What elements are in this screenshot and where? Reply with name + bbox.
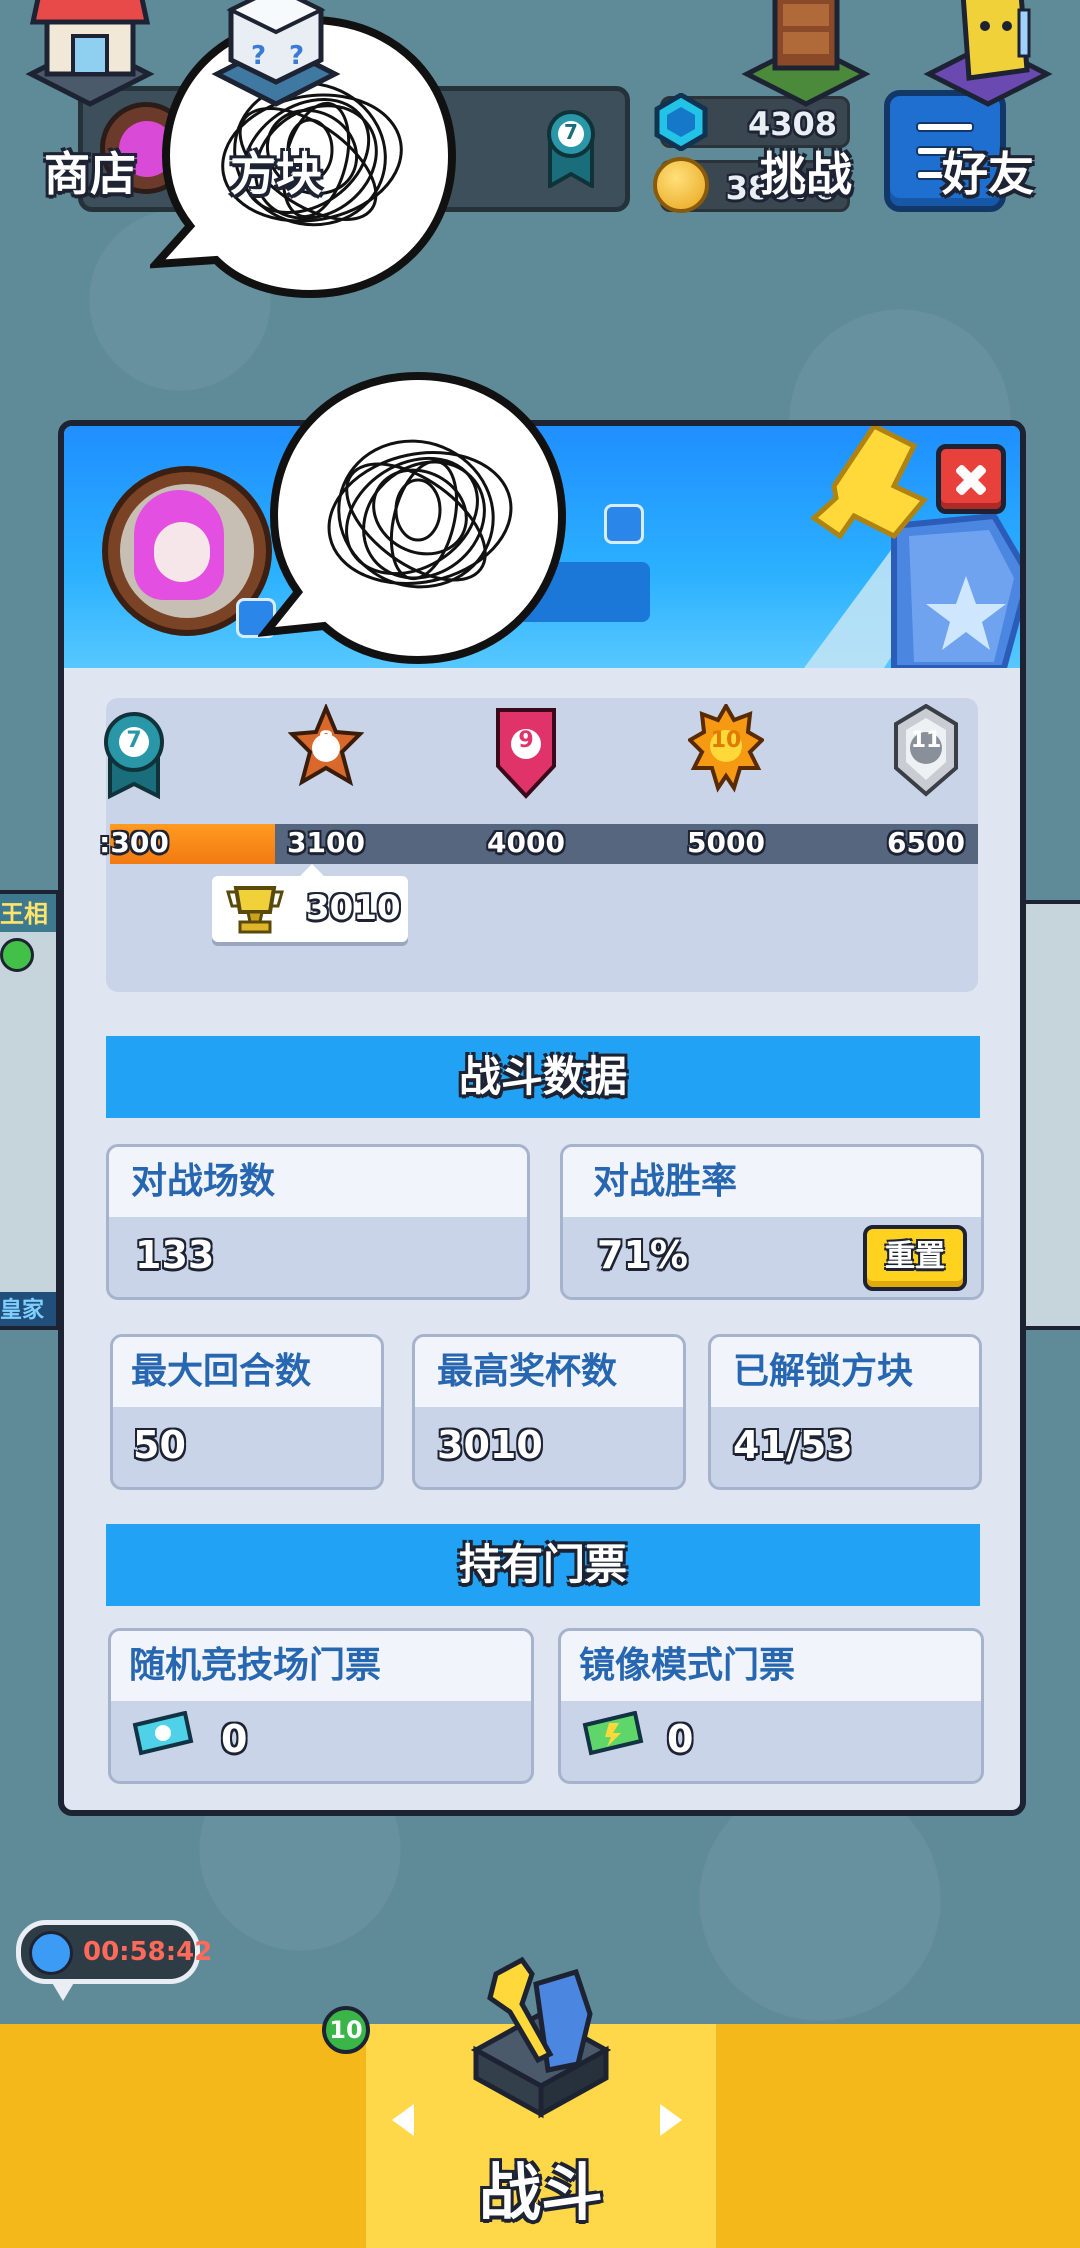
trophy-milestone-label: 5000 xyxy=(687,826,765,859)
challenge-icon xyxy=(741,0,871,107)
ticket-mirror: 镜像模式门票 0 xyxy=(558,1628,984,1784)
event-timer-text: 00:58:42 xyxy=(83,1937,213,1967)
stat-max-rounds-label: 最大回合数 xyxy=(113,1337,381,1407)
trophy-milestone-label: :300 xyxy=(99,826,169,859)
nav-next-arrow-icon[interactable] xyxy=(660,2104,682,2136)
rank-number: 7 xyxy=(564,120,578,144)
stat-matches: 对战场数 133 xyxy=(106,1144,530,1300)
side-panel-tag: 王相 xyxy=(0,894,56,932)
nav-shop[interactable]: 商店 xyxy=(0,0,180,224)
rank-ribbon-icon: 7 xyxy=(544,108,598,190)
edit-name-icon[interactable] xyxy=(604,504,644,544)
nav-challenge[interactable]: 挑战 xyxy=(716,0,896,224)
nav-battle-label: 战斗 xyxy=(478,2156,603,2229)
svg-text:?: ? xyxy=(251,41,266,71)
stat-matches-value: 133 xyxy=(135,1233,215,1277)
nav-battle[interactable]: 战斗 xyxy=(366,1956,716,2248)
reset-winrate-button[interactable]: 重置 xyxy=(863,1225,967,1291)
rank-badge-number: 9 xyxy=(518,728,534,753)
ticket-arena-count: 0 xyxy=(221,1717,248,1761)
side-panel-royal-label: 皇家 xyxy=(0,1292,56,1326)
current-trophies: 3010 xyxy=(306,888,401,928)
stat-winrate-label: 对战胜率 xyxy=(563,1147,981,1217)
ticket-mirror-count: 0 xyxy=(667,1717,694,1761)
rank-badge-11[interactable]: 11 xyxy=(888,703,964,800)
shop-icon xyxy=(25,0,155,107)
close-button[interactable] xyxy=(936,444,1006,514)
trophy-road[interactable]: 7 :300 8 3100 9 4000 10 5000 11 6500 3010 xyxy=(99,698,978,992)
rank-badge-number: 8 xyxy=(318,728,334,753)
rank-badge-number: 10 xyxy=(710,728,742,753)
nav-blocks-label: 方块 xyxy=(230,147,322,201)
check-icon xyxy=(0,938,34,972)
trophy-icon xyxy=(226,886,284,934)
ticket-arena: 随机竞技场门票 0 xyxy=(108,1628,534,1784)
ticket-arena-label: 随机竞技场门票 xyxy=(111,1631,531,1701)
stat-unlocked-blocks-value: 41/53 xyxy=(733,1423,853,1467)
arena-ticket-icon xyxy=(132,1711,194,1756)
stat-winrate-value: 71% xyxy=(597,1233,688,1277)
stat-max-rounds-value: 50 xyxy=(133,1423,186,1467)
stat-winrate: 对战胜率 71% 重置 xyxy=(560,1144,984,1300)
nav-friends[interactable]: 好友 xyxy=(896,0,1080,224)
event-timer[interactable]: 00:58:42 xyxy=(16,1920,212,2001)
mirror-ticket-icon xyxy=(582,1711,644,1756)
trophy-milestone-label: 6500 xyxy=(887,826,965,859)
nav-friends-label: 好友 xyxy=(942,147,1034,201)
blocks-notification-badge: 10 xyxy=(322,2006,370,2054)
trophy-milestone-label: 4000 xyxy=(487,826,565,859)
side-panel-left[interactable]: 王相 皇家 xyxy=(0,890,60,1330)
stat-unlocked-blocks-label: 已解锁方块 xyxy=(711,1337,979,1407)
ticket-mirror-label: 镜像模式门票 xyxy=(561,1631,981,1701)
current-trophies-chip: 3010 xyxy=(212,864,408,942)
rank-badge-number: 11 xyxy=(910,728,942,753)
stat-unlocked-blocks: 已解锁方块 41/53 xyxy=(708,1334,982,1490)
rank-badge-number: 7 xyxy=(126,728,142,753)
stat-max-trophies: 最高奖杯数 3010 xyxy=(412,1334,686,1490)
stat-max-trophies-value: 3010 xyxy=(437,1423,543,1467)
nav-challenge-label: 挑战 xyxy=(760,147,852,201)
stat-max-rounds: 最大回合数 50 xyxy=(110,1334,384,1490)
stat-matches-label: 对战场数 xyxy=(109,1147,527,1217)
rank-badge-9[interactable]: 9 xyxy=(488,704,564,800)
coin-icon xyxy=(653,157,709,213)
trophy-milestone-label: 3100 xyxy=(287,826,365,859)
friends-icon xyxy=(923,0,1053,107)
clock-icon xyxy=(29,1931,73,1975)
blocks-icon: ? ? xyxy=(211,0,341,107)
battle-icon xyxy=(470,1956,612,2119)
nav-shop-label: 商店 xyxy=(44,147,136,201)
scribble-bubble-modal xyxy=(256,370,568,674)
nav-prev-arrow-icon[interactable] xyxy=(392,2104,414,2136)
rank-badge-10[interactable]: 10 xyxy=(686,701,766,800)
side-panel-right[interactable] xyxy=(1022,900,1080,1330)
battle-stats-title: 战斗数据 xyxy=(106,1036,980,1118)
rank-badge-7[interactable]: 7 xyxy=(96,704,172,800)
tickets-title: 持有门票 xyxy=(106,1524,980,1606)
nav-blocks[interactable]: ? ? 方块 xyxy=(186,0,366,224)
stat-max-trophies-label: 最高奖杯数 xyxy=(415,1337,683,1407)
svg-text:?: ? xyxy=(289,41,304,71)
rank-badge-8[interactable]: 8 xyxy=(287,702,365,800)
gem-icon xyxy=(653,92,709,152)
